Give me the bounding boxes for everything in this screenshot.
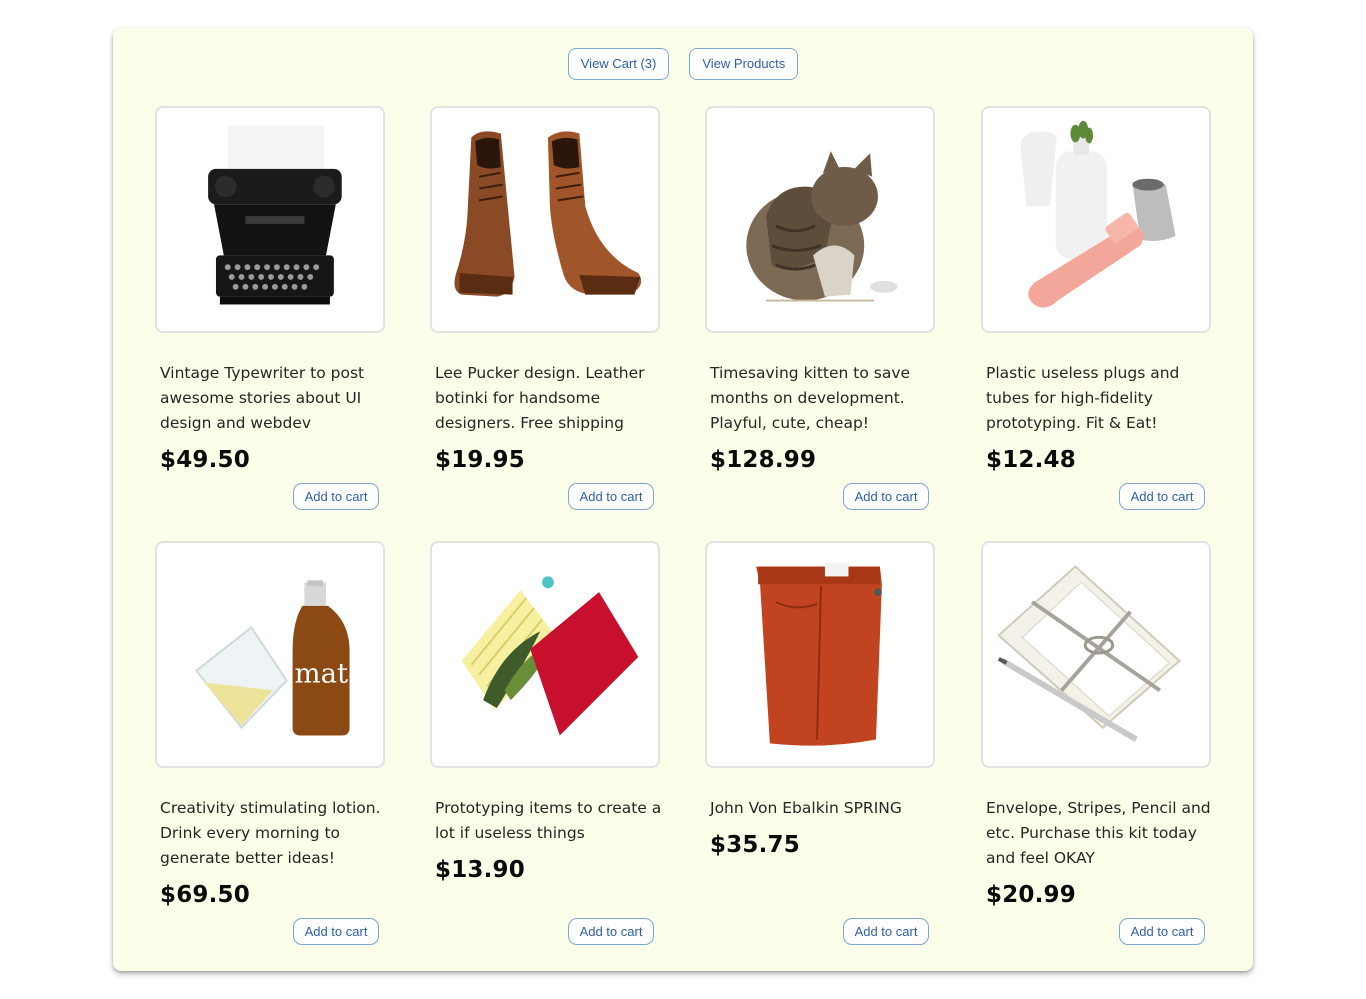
- product-card: Prototyping items to create a lot if use…: [430, 541, 661, 945]
- product-description: Timesaving kitten to save months on deve…: [710, 364, 911, 432]
- product-image-envelope[interactable]: [981, 541, 1211, 768]
- product-description: Lee Pucker design. Leather botinki for h…: [435, 364, 645, 432]
- product-card: Plastic useless plugs and tubes for high…: [981, 106, 1211, 510]
- product-card: mate Creativity stimulating lotion. Drin…: [155, 541, 385, 945]
- product-description: John Von Ebalkin SPRING: [710, 799, 902, 817]
- product-image-vases[interactable]: [981, 106, 1211, 333]
- product-price: $19.95: [435, 447, 525, 473]
- add-to-cart-button[interactable]: Add to cart: [293, 483, 379, 510]
- view-products-button[interactable]: View Products: [689, 48, 799, 80]
- add-to-cart-button[interactable]: Add to cart: [293, 918, 379, 945]
- product-price: $49.50: [160, 447, 250, 473]
- add-to-cart-button[interactable]: Add to cart: [1119, 483, 1205, 510]
- product-image-kitten[interactable]: [705, 106, 935, 333]
- product-description: Vintage Typewriter to post awesome stori…: [160, 364, 365, 432]
- add-to-cart-button[interactable]: Add to cart: [568, 483, 654, 510]
- product-image-boots[interactable]: [430, 106, 660, 333]
- product-price: $13.90: [435, 857, 525, 883]
- product-card: John Von Ebalkin SPRING $35.75 Add to ca…: [705, 541, 935, 945]
- product-price: $12.48: [986, 447, 1076, 473]
- product-image-pants[interactable]: [705, 541, 935, 768]
- svg-text:mate: mate: [295, 657, 365, 689]
- product-price: $20.99: [986, 882, 1076, 908]
- product-card: Envelope, Stripes, Pencil and etc. Purch…: [981, 541, 1211, 945]
- add-to-cart-button[interactable]: Add to cart: [568, 918, 654, 945]
- product-card: Vintage Typewriter to post awesome stori…: [155, 106, 385, 510]
- product-description: Plastic useless plugs and tubes for high…: [986, 364, 1180, 432]
- shop-panel: View Cart (3) View Products Vintage Type…: [113, 28, 1253, 971]
- product-description: Creativity stimulating lotion. Drink eve…: [160, 799, 381, 867]
- product-image-typewriter[interactable]: [155, 106, 385, 333]
- product-card: Lee Pucker design. Leather botinki for h…: [430, 106, 660, 510]
- product-description: Envelope, Stripes, Pencil and etc. Purch…: [986, 799, 1211, 867]
- product-image-notebook[interactable]: [430, 541, 660, 768]
- view-cart-button[interactable]: View Cart (3): [567, 48, 670, 80]
- product-price: $35.75: [710, 832, 800, 858]
- top-nav: View Cart (3) View Products: [113, 48, 1253, 80]
- add-to-cart-button[interactable]: Add to cart: [1119, 918, 1205, 945]
- product-image-mate[interactable]: mate: [155, 541, 385, 768]
- product-price: $128.99: [710, 447, 817, 473]
- product-price: $69.50: [160, 882, 250, 908]
- add-to-cart-button[interactable]: Add to cart: [843, 918, 929, 945]
- product-description: Prototyping items to create a lot if use…: [435, 799, 662, 842]
- product-card: Timesaving kitten to save months on deve…: [705, 106, 935, 510]
- add-to-cart-button[interactable]: Add to cart: [843, 483, 929, 510]
